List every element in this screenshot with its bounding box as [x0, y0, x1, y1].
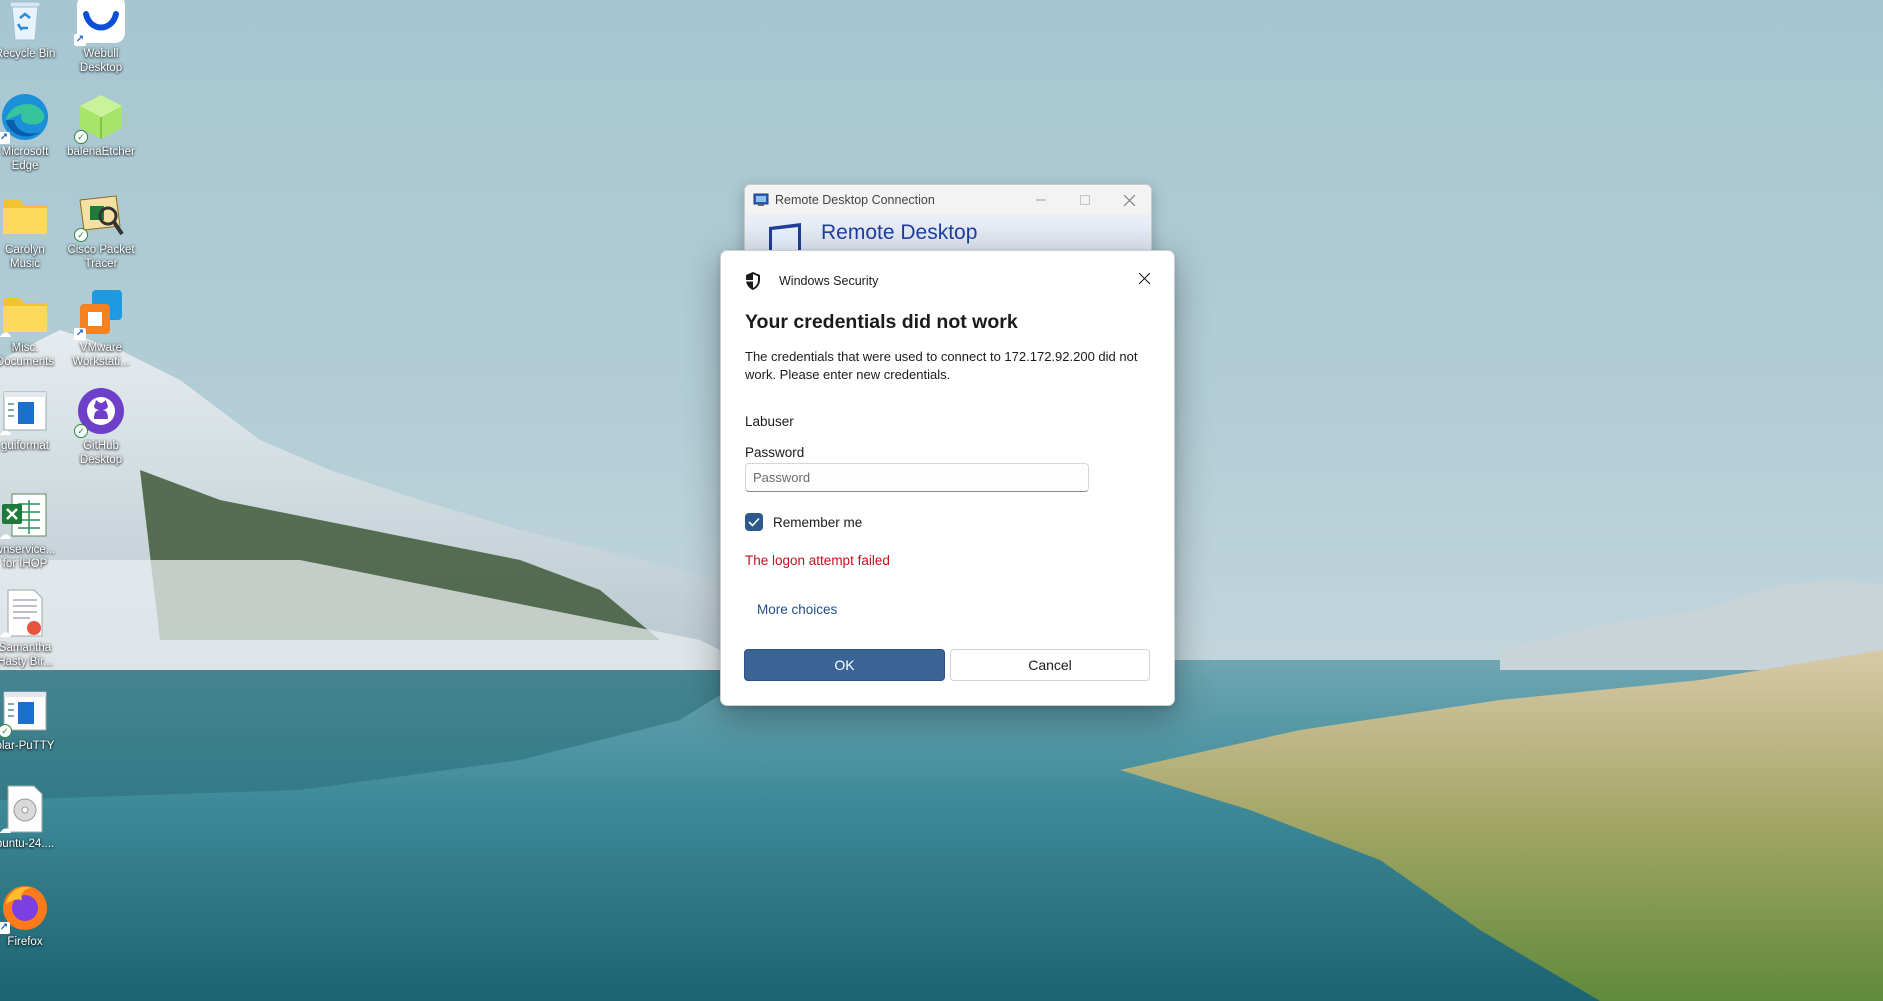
- desktop-icon-label: Microsoft Edge: [1, 146, 49, 172]
- cancel-button[interactable]: Cancel: [950, 649, 1150, 681]
- windows-security-dialog: Windows Security Your credentials did no…: [720, 250, 1175, 706]
- cisco-packet-tracer-icon: ✓: [74, 190, 126, 242]
- edge-icon: ↗: [0, 92, 50, 144]
- vmware-icon: ↗: [74, 288, 126, 340]
- password-input[interactable]: [745, 463, 1089, 492]
- minimize-button[interactable]: [1019, 185, 1063, 215]
- sync-ok-icon: ✓: [74, 228, 88, 242]
- remember-me-checkbox[interactable]: Remember me: [745, 513, 862, 531]
- desktop-icon-label: Recycle Bin: [0, 48, 56, 60]
- dialog-header: Windows Security: [745, 266, 1164, 296]
- disc-image-icon: ☁: [0, 784, 50, 836]
- username-label: Labuser: [745, 414, 794, 429]
- desktop-icon[interactable]: ✓ GitHub Desktop: [61, 386, 141, 467]
- desktop-icon[interactable]: ↗ VMware Workstati...: [61, 288, 141, 369]
- sync-ok-icon: ✓: [74, 130, 88, 144]
- github-icon: ✓: [74, 386, 126, 438]
- close-icon: [1123, 194, 1135, 206]
- desktop-icon[interactable]: ☁ Samantha Hasty Bir...: [0, 588, 65, 669]
- document-icon: ☁: [0, 588, 50, 640]
- desktop-icon[interactable]: Recycle Bin: [0, 0, 65, 61]
- desktop-icon-label: VMware Workstati...: [72, 342, 130, 368]
- folder-icon: ☁: [0, 288, 50, 340]
- desktop-icon-label: Carolyn Music: [5, 244, 45, 270]
- desktop-icon[interactable]: ☁ wnservice... for IHOP: [0, 490, 65, 571]
- maximize-button[interactable]: [1063, 185, 1107, 215]
- desktop-icon-label: buntu-24....: [0, 838, 55, 850]
- desktop-icon-label: Samantha Hasty Bir...: [0, 642, 53, 668]
- rdc-banner-title: Remote Desktop: [821, 221, 978, 244]
- desktop-icon[interactable]: ☁ buntu-24....: [0, 784, 65, 851]
- desktop-icon-label: guiformat: [1, 440, 49, 452]
- desktop-icon-label: Misc. Documents: [0, 342, 55, 368]
- rdc-window-title: Remote Desktop Connection: [775, 193, 935, 207]
- desktop-icon-label: Cisco Packet Tracer: [67, 244, 135, 270]
- app-icon: ✓: [0, 686, 50, 738]
- close-icon: [1138, 272, 1150, 284]
- remote-desktop-connection-window[interactable]: Remote Desktop Connection Remote Desktop: [744, 184, 1152, 256]
- desktop-icon-label: GitHub Desktop: [79, 440, 123, 466]
- shield-icon: [746, 272, 760, 290]
- cloud-icon: ☁: [0, 325, 12, 340]
- shortcut-arrow-icon: ↗: [0, 922, 10, 934]
- desktop-icon[interactable]: ☁ Misc. Documents: [0, 288, 65, 369]
- password-label: Password: [745, 445, 805, 460]
- cloud-icon: ☁: [0, 821, 12, 836]
- rdc-banner: Remote Desktop: [745, 215, 1151, 255]
- close-button[interactable]: [1107, 185, 1151, 215]
- desktop-icon-label: wnservice... for IHOP: [0, 544, 56, 570]
- desktop-icon[interactable]: ↗ Webull Desktop: [61, 0, 141, 75]
- checkbox-checked[interactable]: [745, 513, 763, 531]
- dialog-app-title: Windows Security: [779, 274, 879, 288]
- desktop-icon-label: balenaEtcher: [67, 146, 135, 158]
- desktop-icon-label: olar-PuTTY: [0, 740, 55, 752]
- checkmark-icon: [748, 517, 760, 527]
- minimize-icon: [1036, 199, 1046, 201]
- desktop-icon[interactable]: ✓ balenaEtcher: [61, 92, 141, 159]
- dialog-close-button[interactable]: [1128, 264, 1160, 292]
- desktop-icon-label: Firefox: [7, 936, 43, 948]
- cloud-icon: ☁: [0, 423, 12, 438]
- sync-ok-icon: ✓: [74, 424, 88, 438]
- more-choices-link[interactable]: More choices: [757, 602, 837, 617]
- remote-desktop-icon: [753, 193, 769, 206]
- desktop-icon[interactable]: Carolyn Music: [0, 190, 65, 271]
- desktop-icon-label: Webull Desktop: [79, 48, 123, 74]
- remember-me-label: Remember me: [773, 514, 863, 530]
- rdc-titlebar[interactable]: Remote Desktop Connection: [745, 185, 1151, 215]
- cloud-icon: ☁: [0, 625, 12, 640]
- excel-icon: ☁: [0, 490, 50, 542]
- desktop-icon[interactable]: ☁ guiformat: [0, 386, 65, 453]
- cloud-icon: ☁: [0, 527, 12, 542]
- balena-etcher-icon: ✓: [74, 92, 126, 144]
- shortcut-arrow-icon: ↗: [74, 34, 86, 46]
- error-message: The logon attempt failed: [745, 553, 890, 568]
- shortcut-arrow-icon: ↗: [74, 328, 86, 340]
- firefox-icon: ↗: [0, 882, 50, 934]
- shortcut-arrow-icon: ↗: [0, 132, 10, 144]
- recycle-bin-icon: [0, 0, 50, 44]
- dialog-heading: Your credentials did not work: [745, 311, 1018, 333]
- webull-icon: ↗: [74, 0, 126, 46]
- desktop-icon[interactable]: ✓ olar-PuTTY: [0, 686, 65, 753]
- desktop-icon[interactable]: ↗ Microsoft Edge: [0, 92, 65, 173]
- dialog-message: The credentials that were used to connec…: [745, 349, 1138, 382]
- desktop-icon[interactable]: ↗ Firefox: [0, 882, 65, 949]
- maximize-icon: [1080, 195, 1090, 205]
- app-icon: ☁: [0, 386, 50, 438]
- ok-button[interactable]: OK: [744, 649, 945, 681]
- folder-icon: [0, 190, 50, 240]
- desktop-icon[interactable]: ✓ Cisco Packet Tracer: [61, 190, 141, 271]
